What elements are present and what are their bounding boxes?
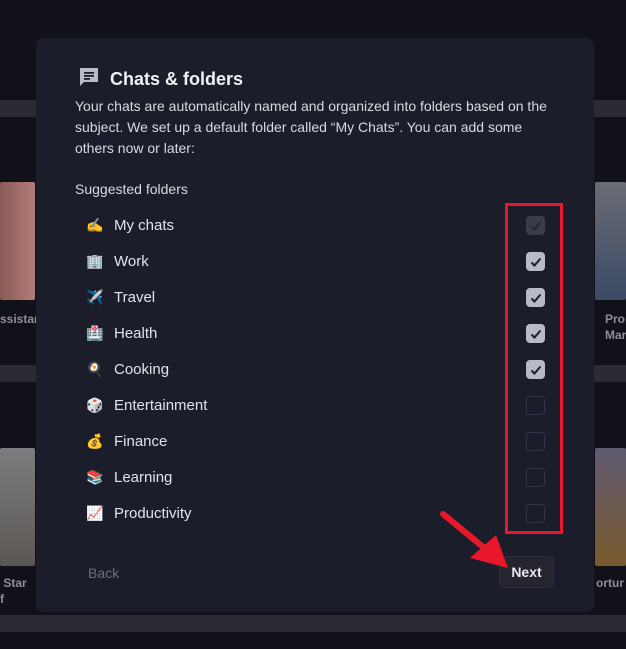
folder-label: Work	[114, 252, 149, 270]
folder-emoji-icon: 📚	[86, 468, 104, 485]
folder-emoji-icon: ✍️	[86, 216, 104, 233]
folder-item: 🏥 Health	[86, 322, 157, 344]
folder-item: 🏢 Work	[86, 250, 149, 272]
annotation-highlight-box	[505, 203, 563, 534]
folder-emoji-icon: 🎲	[86, 396, 104, 413]
next-button[interactable]: Next	[499, 556, 554, 588]
suggested-folders-label: Suggested folders	[75, 181, 188, 197]
folder-item: 🍳 Cooking	[86, 358, 169, 380]
chef-avatar-image[interactable]	[0, 448, 35, 566]
folder-item: 📚 Learning	[86, 466, 172, 488]
folder-label: My chats	[114, 216, 175, 234]
modal-title: Chats & folders	[78, 66, 243, 93]
chats-folders-modal: Chats & folders Your chats are automatic…	[36, 38, 594, 612]
manager-avatar-image[interactable]	[595, 182, 626, 300]
folder-emoji-icon: 💰	[86, 432, 104, 449]
folder-item: 💰 Finance	[86, 430, 167, 452]
folder-item: ✍️ My chats	[86, 214, 174, 236]
folder-item: ✈️ Travel	[86, 286, 155, 308]
folder-emoji-icon: 🏥	[86, 324, 104, 341]
card-label: ortur	[596, 576, 624, 590]
folder-emoji-icon: 🍳	[86, 360, 104, 377]
modal-description: Your chats are automatically named and o…	[75, 98, 547, 156]
folder-emoji-icon: ✈️	[86, 288, 104, 305]
chat-bubble-icon	[78, 66, 100, 93]
background-band	[0, 615, 626, 632]
back-button[interactable]: Back	[88, 565, 119, 581]
card-label: Mar	[605, 328, 626, 342]
assistant-avatar-image[interactable]	[0, 182, 35, 300]
card-label: Star	[0, 576, 27, 590]
folder-label: Health	[114, 324, 158, 342]
fortune-avatar-image[interactable]	[595, 448, 626, 566]
folder-label: Learning	[114, 468, 173, 486]
folder-label: Productivity	[114, 504, 192, 522]
folder-label: Finance	[114, 432, 168, 450]
folder-label: Travel	[114, 288, 156, 306]
title-text: Chats & folders	[110, 69, 244, 89]
folder-emoji-icon: 🏢	[86, 252, 104, 269]
folder-item: 📈 Productivity	[86, 502, 192, 524]
folder-emoji-icon: 📈	[86, 504, 104, 521]
folder-label: Entertainment	[114, 396, 208, 414]
card-label: f	[0, 592, 4, 606]
card-label: Pro	[605, 312, 626, 326]
folder-item: 🎲 Entertainment	[86, 394, 207, 416]
folder-label: Cooking	[114, 360, 170, 378]
